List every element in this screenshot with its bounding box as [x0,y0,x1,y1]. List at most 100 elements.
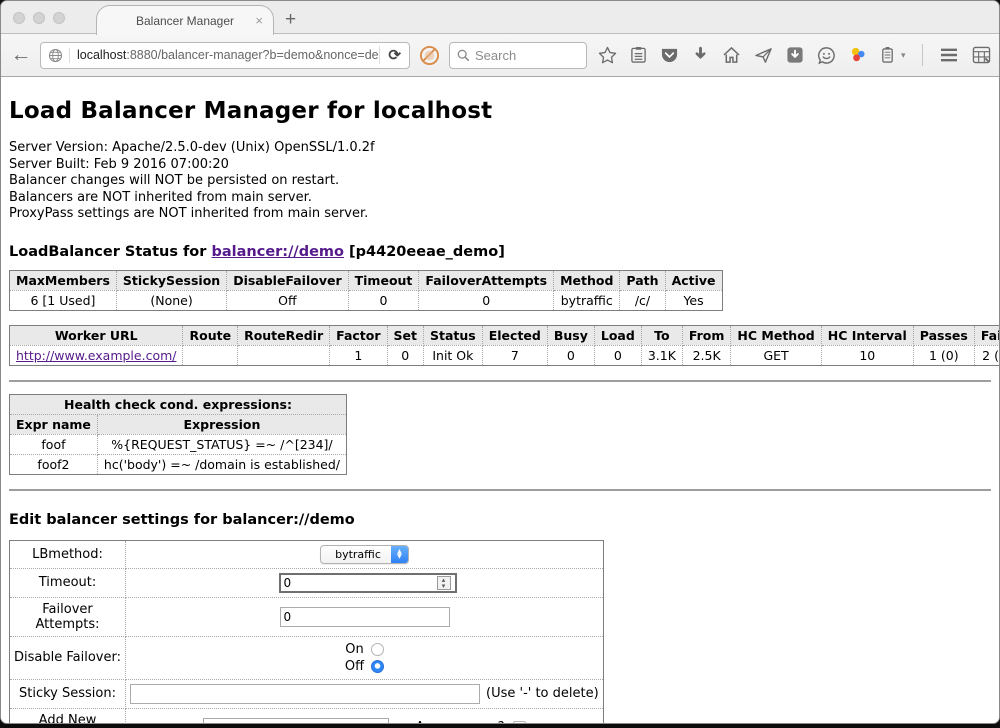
home-icon[interactable] [722,46,741,64]
val-disablefailover: Off [227,290,348,310]
val-busy: 0 [547,345,594,365]
sticky-session-row: Sticky Session: (Use '-' to delete) [10,679,604,708]
val-to: 3.1K [641,345,682,365]
col-elected: Elected [482,325,547,345]
select-stepper-icon: ▲▼ [391,545,408,564]
val-path: /c/ [620,290,665,310]
search-bar[interactable]: Search [449,42,587,69]
pocket-icon[interactable] [660,47,679,64]
off-radio-button[interactable] [371,660,384,673]
failover-attempts-input[interactable] [280,607,450,627]
col-hc-interval: HC Interval [821,325,913,345]
worker-url-link[interactable]: http://www.example.com/ [16,348,176,363]
inherit-note-line: Balancers are NOT inherited from main se… [9,190,991,207]
send-plane-icon[interactable] [754,46,773,64]
close-window-button[interactable] [13,12,25,24]
val-elected: 7 [482,345,547,365]
timeout-input[interactable] [279,573,457,593]
divider [9,380,991,382]
col-busy: Busy [547,325,594,345]
proxypass-note-line: ProxyPass settings are NOT inherited fro… [9,206,991,223]
back-button[interactable]: ← [9,43,33,67]
worker-header-row: Worker URL Route RouteRedir Factor Set S… [10,325,1000,345]
balancer-demo-link[interactable]: balancer://demo [211,244,344,260]
col-timeout: Timeout [348,270,419,290]
loadbalancer-status-heading: LoadBalancer Status for balancer://demo … [9,244,991,260]
divider [9,489,991,491]
lbmethod-select[interactable]: bytraffic ▲▼ [320,545,409,564]
menu-hamburger-icon[interactable] [939,47,959,63]
url-bar[interactable]: localhost:8880/balancer-manager?b=demo&n… [40,42,410,69]
col-from: From [682,325,731,345]
val-from: 2.5K [682,345,731,365]
number-spinner-icon[interactable]: ▴▾ [437,576,451,590]
color-dots-extension-icon[interactable] [849,46,867,64]
server-info: Server Version: Apache/2.5.0-dev (Unix) … [9,140,991,223]
col-passes: Passes [913,325,974,345]
reading-list-icon[interactable] [630,46,647,64]
sticky-session-input[interactable] [130,684,480,704]
search-placeholder: Search [475,48,516,63]
health-row-foof2: foof2 hc('body') =~ /domain is establish… [10,454,347,474]
expr-value-1: %{REQUEST_STATUS} =~ /^[234]/ [97,434,346,454]
minimize-window-button[interactable] [33,12,45,24]
tab-bar: Balancer Manager × + [1,1,999,34]
are-you-sure-label: Are you sure? [415,720,504,724]
val-hc-interval: 10 [821,345,913,365]
val-set: 0 [387,345,423,365]
browser-window: Balancer Manager × + ← localhost:8880/ba… [0,0,1000,724]
dropdown-caret-icon[interactable]: ▾ [901,50,906,61]
feedback-smiley-icon[interactable] [817,46,836,65]
val-factor: 1 [330,345,387,365]
bookmark-star-icon[interactable] [598,46,617,65]
lbmethod-row: LBmethod: bytraffic ▲▼ [10,540,604,568]
navigation-toolbar: ← localhost:8880/balancer-manager?b=demo… [1,34,999,77]
edit-balancer-heading: Edit balancer settings for balancer://de… [9,512,991,528]
downloads-icon[interactable] [692,46,709,64]
url-path: :8880/balancer-manager?b=demo&nonce=decc… [126,48,379,62]
lbmethod-label: LBmethod: [10,540,126,568]
col-method: Method [554,270,620,290]
panel-download-icon[interactable] [786,46,804,64]
reload-icon[interactable]: ⟳ [379,46,409,64]
toolbar-separator [922,44,923,66]
tab-close-icon[interactable]: × [255,13,263,28]
are-you-sure-checkbox[interactable] [513,721,526,724]
grid-extension-icon[interactable] [972,46,991,64]
col-expression: Expression [97,414,346,434]
url-input[interactable]: localhost:8880/balancer-manager?b=demo&n… [70,48,379,62]
val-routeredir [238,345,330,365]
val-passes: 1 (0) [913,345,974,365]
col-disablefailover: DisableFailover [227,270,348,290]
page-title: Load Balancer Manager for localhost [9,98,991,124]
disable-failover-row: Disable Failover: On Off [10,636,604,679]
sticky-delete-hint: (Use '-' to delete) [486,686,599,701]
add-worker-input[interactable] [203,718,389,725]
val-stickysession: (None) [116,290,226,310]
col-routeredir: RouteRedir [238,325,330,345]
failover-attempts-label: Failover Attempts: [10,597,126,636]
on-radio-button[interactable] [371,643,384,656]
balancer-summary-table: MaxMembers StickySession DisableFailover… [9,270,723,311]
balancer-settings-form: LBmethod: bytraffic ▲▼ Timeout: ▴▾ Failo… [9,540,604,725]
health-check-table: Health check cond. expressions: Expr nam… [9,394,347,475]
val-maxmembers: 6 [1 Used] [10,290,117,310]
val-hc-method: GET [731,345,821,365]
expr-value-2: hc('body') =~ /domain is established/ [97,454,346,474]
content-block-icon[interactable] [419,45,440,66]
status-heading-prefix: LoadBalancer Status for [9,244,211,260]
tab-balancer-manager[interactable]: Balancer Manager × [96,5,274,35]
window-controls [13,12,65,24]
new-tab-button[interactable]: + [285,9,296,31]
zoom-window-button[interactable] [53,12,65,24]
col-to: To [641,325,682,345]
add-worker-row: Add New Worker: Are you sure? [10,708,604,724]
health-row-foof: foof %{REQUEST_STATUS} =~ /^[234]/ [10,434,347,454]
col-fails: Fails [974,325,999,345]
failover-attempts-row: Failover Attempts: [10,597,604,636]
col-path: Path [620,270,665,290]
battery-extension-icon[interactable] [880,46,895,64]
worker-data-row: http://www.example.com/ 1 0 Init Ok 7 0 … [10,345,1000,365]
val-status: Init Ok [424,345,483,365]
off-radio-label: Off [345,659,364,674]
